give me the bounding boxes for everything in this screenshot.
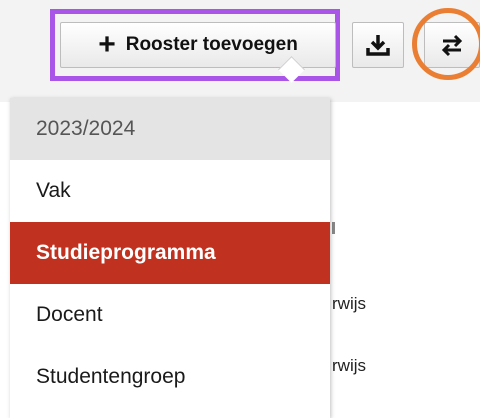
menu-item-studieprogramma[interactable]: Studieprogramma — [10, 222, 330, 284]
menu-item-docent[interactable]: Docent — [10, 284, 330, 346]
download-button[interactable] — [352, 22, 404, 68]
plus-icon: + — [98, 28, 116, 61]
menu-item-studentengroep[interactable]: Studentengroep — [10, 346, 330, 408]
highlight-circle-annotation — [412, 8, 480, 80]
background-text-row-2: rwijs — [332, 356, 366, 375]
background-fragment — [332, 222, 335, 234]
menu-header-year: 2023/2024 — [10, 98, 330, 160]
dropdown-menu: 2023/2024 Vak Studieprogramma Docent Stu… — [10, 98, 330, 418]
download-icon — [366, 35, 390, 56]
add-schedule-label: Rooster toevoegen — [125, 34, 298, 55]
background-text-row-1: rwijs — [332, 294, 366, 313]
menu-item-vak[interactable]: Vak — [10, 160, 330, 222]
